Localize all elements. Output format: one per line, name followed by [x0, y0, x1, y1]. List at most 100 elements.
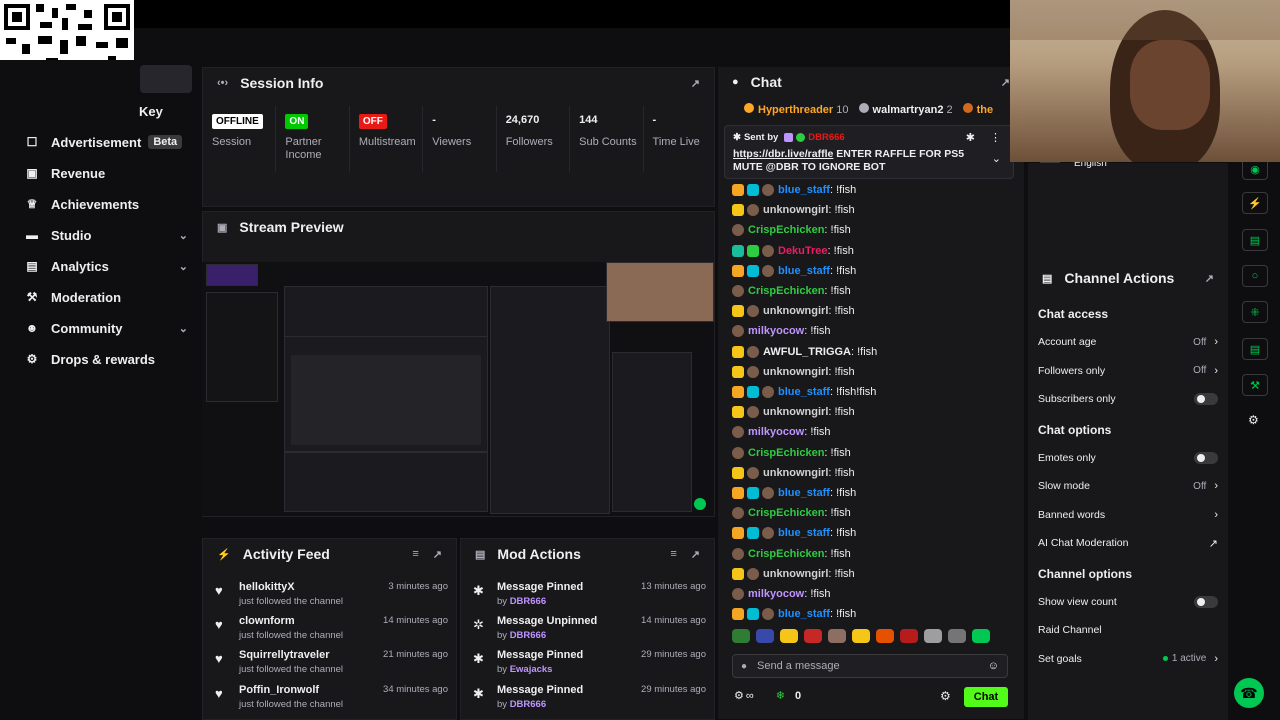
stat-label: Sub Counts [579, 136, 637, 148]
chat-username[interactable]: milkyocow [748, 325, 804, 337]
chat-username[interactable]: blue_staff [778, 527, 830, 539]
pinned-link[interactable]: https://dbr.live/raffle [733, 148, 833, 160]
layout-icon[interactable]: ▤ [1242, 338, 1268, 360]
emote-bar [732, 629, 990, 643]
action-row-banned-words[interactable]: Banned words › [1038, 506, 1218, 524]
popout-icon[interactable]: ↗ [433, 548, 442, 561]
sidebar-item-studio[interactable]: ▬ Studio ⌄ [24, 224, 188, 246]
chat-username[interactable]: AWFUL_TRIGGA [763, 346, 851, 358]
sidebar-item-moderation[interactable]: ⚒ Moderation [24, 286, 188, 308]
more-icon[interactable]: ⋮ [990, 131, 1001, 144]
chat-username[interactable]: CrispEchicken [748, 507, 824, 519]
follower-name[interactable]: hellokittyX [239, 581, 343, 593]
chat-send-button[interactable]: Chat [964, 687, 1008, 707]
sidebar-item-community[interactable]: ☻ Community ⌄ [24, 317, 188, 339]
toggle-switch[interactable] [1194, 595, 1218, 608]
action-row-raid-channel[interactable]: Raid Channel [1038, 621, 1218, 639]
moderator-name[interactable]: DBR666 [510, 596, 546, 607]
stream-preview-video[interactable] [202, 262, 714, 516]
emote-icon[interactable] [876, 629, 894, 643]
emote-icon[interactable] [900, 629, 918, 643]
toggle-switch[interactable] [1194, 451, 1218, 464]
action-row-ai-chat-moderation[interactable]: AI Chat Moderation ↗ [1038, 534, 1218, 552]
follower-name[interactable]: clownform [239, 615, 343, 627]
broadcast-icon[interactable]: ⁜ [1242, 301, 1268, 323]
action-row-subscribers-only[interactable]: Subscribers only [1038, 390, 1218, 408]
action-row-slow-mode[interactable]: Slow mode Off › [1038, 477, 1218, 495]
action-row-account-age[interactable]: Account age Off › [1038, 333, 1218, 351]
toggle-switch[interactable] [1194, 393, 1218, 405]
follower-name[interactable]: Squirrellytraveler [239, 649, 343, 661]
drops-icon[interactable]: ⚙ [734, 689, 744, 702]
chat-username[interactable]: CrispEchicken [748, 224, 824, 236]
follower-name[interactable]: Poffin_Ironwolf [239, 684, 343, 696]
emote-icon[interactable] [804, 629, 822, 643]
sidebar-item-key[interactable]: Key [118, 100, 178, 122]
sidebar-item-advertisement[interactable]: ☐ Advertisement Beta [24, 131, 188, 153]
chat-username[interactable]: blue_staff [778, 265, 830, 277]
document-icon[interactable]: ▤ [1242, 229, 1268, 251]
sidebar-item-revenue[interactable]: ▣ Revenue [24, 162, 188, 184]
emote-icon[interactable] [780, 629, 798, 643]
emote-icon[interactable] [828, 629, 846, 643]
action-row-emotes-only[interactable]: Emotes only [1038, 449, 1218, 467]
emote-icon[interactable] [852, 629, 870, 643]
emote-icon[interactable] [948, 629, 966, 643]
emote-icon[interactable] [924, 629, 942, 643]
chat-username[interactable]: unknowngirl [763, 305, 828, 317]
chat-username[interactable]: blue_staff [778, 487, 830, 499]
avatar [747, 345, 759, 358]
sidebar-item-drops[interactable]: ⚙ Drops & rewards [24, 348, 188, 370]
sidebar-selected-item[interactable] [140, 65, 192, 93]
action-row-set-goals[interactable]: Set goals 1 active › [1038, 650, 1218, 668]
action-row-followers-only[interactable]: Followers only Off › [1038, 362, 1218, 380]
chat-username[interactable]: unknowngirl [763, 366, 828, 378]
chat-username[interactable]: CrispEchicken [748, 548, 824, 560]
pin-icon: ✱ [473, 583, 484, 598]
filter-icon[interactable]: ≡ [412, 548, 418, 561]
leaderboard-item[interactable]: walmartryan2 2 [858, 103, 953, 116]
emote-icon[interactable] [972, 629, 990, 643]
emote-icon[interactable] [756, 629, 774, 643]
emote-icon[interactable] [732, 629, 750, 643]
popout-icon[interactable]: ↗ [691, 548, 700, 561]
chat-username[interactable]: CrispEchicken [748, 285, 824, 297]
pin-icon[interactable]: ✱ [966, 131, 975, 144]
moderator-name[interactable]: Ewajacks [510, 664, 553, 675]
chat-username[interactable]: unknowngirl [763, 204, 828, 216]
leaderboard-item[interactable]: Hyperthreader 10 [744, 103, 849, 116]
emote-picker-icon[interactable]: ☺ [988, 660, 999, 672]
drops-icon[interactable]: ⚙ [1248, 413, 1259, 427]
chat-username[interactable]: unknowngirl [763, 406, 828, 418]
chat-username[interactable]: blue_staff [778, 386, 830, 398]
popout-icon[interactable]: ↗ [1001, 76, 1010, 89]
badge-icon [732, 406, 744, 419]
chat-input[interactable]: ● Send a message ☺ [732, 654, 1008, 678]
leaderboard-item[interactable]: the [962, 103, 993, 116]
gear-icon[interactable]: ⚙ [940, 689, 951, 703]
chat-username[interactable]: unknowngirl [763, 467, 828, 479]
chat-username[interactable]: blue_staff [778, 184, 830, 196]
list-item: ♥ Poffin_Ironwolf just followed the chann… [215, 684, 448, 714]
moderator-name[interactable]: DBR666 [510, 630, 546, 641]
popout-icon[interactable]: ↗ [1205, 272, 1214, 285]
chat-username[interactable]: blue_staff [778, 608, 830, 620]
chat-username[interactable]: DekuTree [778, 245, 828, 257]
lightning-icon[interactable]: ⚡ [1242, 192, 1268, 214]
pinned-author[interactable]: DBR666 [808, 132, 844, 143]
chat-icon[interactable]: ○ [1242, 265, 1268, 287]
chat-username[interactable]: CrispEchicken [748, 447, 824, 459]
action-row-show-view-count[interactable]: Show view count [1038, 593, 1218, 611]
stat-session: OFFLINE Session [203, 106, 277, 172]
chat-username[interactable]: unknowngirl [763, 568, 828, 580]
chevron-down-icon[interactable]: ⌄ [992, 152, 1001, 165]
wrench-icon[interactable]: ⚒ [1242, 374, 1268, 396]
chat-username[interactable]: milkyocow [748, 588, 804, 600]
sidebar-item-analytics[interactable]: ▤ Analytics ⌄ [24, 255, 188, 277]
chat-username[interactable]: milkyocow [748, 426, 804, 438]
moderator-name[interactable]: DBR666 [510, 699, 546, 710]
popout-icon[interactable]: ↗ [691, 77, 700, 90]
support-button[interactable]: ☎ [1234, 678, 1264, 708]
filter-icon[interactable]: ≡ [670, 548, 676, 561]
sidebar-item-achievements[interactable]: ♕ Achievements [24, 193, 188, 215]
